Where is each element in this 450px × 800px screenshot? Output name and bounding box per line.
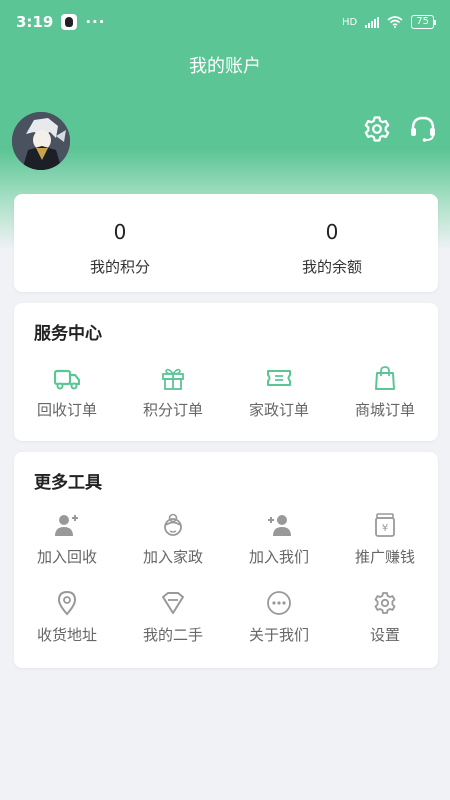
ticket-icon [267,370,291,386]
mall-orders-item[interactable]: 商城订单 [332,365,438,420]
status-more-dots: ··· [85,13,106,31]
join-us-item[interactable]: 加入我们 [226,512,332,567]
signal-icon [365,16,380,28]
shipping-address-item[interactable]: 收货地址 [14,590,120,645]
join-housekeeping-item[interactable]: 加入家政 [120,512,226,567]
avatar-image [12,112,70,170]
about-us-item[interactable]: 关于我们 [226,590,332,645]
headset-icon [411,116,435,142]
wifi-icon [387,16,403,28]
recycle-orders-label: 回收订单 [36,401,97,419]
recycle-orders-item[interactable]: 回收订单 [14,365,120,420]
user-plus-icon [55,515,78,536]
location-pin-icon [57,590,77,616]
customer-service-button[interactable] [408,114,438,144]
service-center-card: 服务中心 回收订单 积分订单 家政订单 商城订单 [14,303,438,441]
join-recycling-label: 加入回收 [36,548,97,566]
svg-text:¥: ¥ [382,523,388,534]
status-bar: 3:19 ··· HD 75 [0,0,450,44]
more-tools-card: 更多工具 加入回收 加入家政 加入我们 ¥ 推广赚钱 收货地址 我的二手 关于我… [14,452,438,668]
diamond-icon [162,592,184,614]
money-jar-icon: ¥ [375,513,395,537]
join-us-label: 加入我们 [248,548,309,566]
points-orders-label: 积分订单 [142,401,203,419]
housekeeper-icon [164,513,182,536]
promote-earn-item[interactable]: ¥ 推广赚钱 [332,512,438,567]
housekeeping-orders-label: 家政订单 [248,401,309,419]
status-time: 3:19 [16,13,54,31]
add-user-icon [268,515,291,536]
my-secondhand-item[interactable]: 我的二手 [120,590,226,645]
balance-label: 我的余额 [301,258,362,276]
my-secondhand-label: 我的二手 [142,626,203,644]
balance-value: 0 [325,220,339,244]
mall-orders-label: 商城订单 [354,401,415,419]
join-housekeeping-label: 加入家政 [142,548,203,566]
more-dots-icon [267,591,291,615]
page-title: 我的账户 [189,56,261,77]
shipping-address-label: 收货地址 [36,626,97,644]
gear-icon [364,116,390,142]
points-stat[interactable]: 0 我的积分 [14,194,226,292]
points-value: 0 [113,220,127,244]
battery-indicator: 75 [411,15,436,29]
settings-label: 设置 [369,626,400,644]
points-orders-item[interactable]: 积分订单 [120,365,226,420]
promote-earn-label: 推广赚钱 [354,548,415,566]
shopping-bag-icon [375,366,395,390]
network-type-label: HD [342,16,358,28]
more-tools-title: 更多工具 [34,473,102,493]
service-center-title: 服务中心 [34,324,102,344]
gift-icon [162,368,184,390]
about-us-label: 关于我们 [248,626,309,644]
stats-card: 0 我的积分 0 我的余额 [14,194,438,292]
truck-icon [54,369,80,390]
gear-icon [374,592,396,614]
join-recycling-item[interactable]: 加入回收 [14,512,120,567]
housekeeping-orders-item[interactable]: 家政订单 [226,365,332,420]
settings-item[interactable]: 设置 [332,590,438,645]
avatar[interactable] [12,112,70,170]
points-label: 我的积分 [89,258,150,276]
balance-stat[interactable]: 0 我的余额 [226,194,438,292]
settings-button[interactable] [362,114,392,144]
qq-notification-icon [61,14,78,30]
